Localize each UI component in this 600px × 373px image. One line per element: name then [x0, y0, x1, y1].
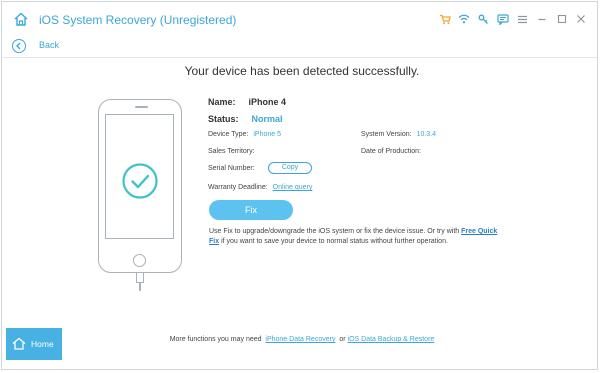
device-status-label: Status:: [208, 114, 239, 124]
device-status-row: Status: Normal: [208, 114, 283, 124]
phone-screen: [105, 114, 174, 239]
device-type-value: iPhone 5: [253, 131, 281, 138]
fix-button[interactable]: Fix: [209, 200, 293, 220]
more-functions-label: More functions you may need: [169, 336, 262, 343]
menu-icon[interactable]: [513, 11, 533, 27]
warranty-label: Warranty Deadline:: [208, 184, 268, 191]
home-icon[interactable]: [13, 11, 29, 27]
cart-icon[interactable]: [435, 11, 455, 27]
window-title: iOS System Recovery (Unregistered): [39, 13, 237, 27]
title-bar: iOS System Recovery (Unregistered): [2, 2, 597, 36]
sales-territory-label: Sales Territory:: [208, 148, 255, 155]
system-version-row: System Version: 10.3.4: [361, 131, 436, 138]
home-button-label: Home: [31, 339, 54, 349]
free-quick-fix-link-2[interactable]: Fix: [209, 238, 219, 245]
back-button[interactable]: Back: [39, 40, 59, 50]
cable-plug: [136, 273, 144, 283]
copy-button[interactable]: Copy: [268, 162, 312, 174]
app-window: iOS System Recovery (Unregistered) Back …: [1, 1, 598, 370]
device-type-label: Device Type:: [208, 131, 249, 138]
maximize-icon[interactable]: [552, 11, 572, 27]
device-name-row: Name: iPhone 4: [208, 97, 286, 107]
system-version-label: System Version:: [361, 131, 412, 138]
or-label: or: [339, 336, 346, 343]
titlebar-icons: [435, 11, 591, 27]
free-quick-fix-link-1[interactable]: Free Quick: [461, 228, 497, 235]
home-button[interactable]: Home: [6, 328, 62, 360]
warranty-row: Warranty Deadline: Online query: [208, 184, 312, 191]
date-of-production-label: Date of Production:: [361, 148, 421, 155]
device-name-label: Name:: [208, 97, 236, 107]
description-text-2: if you want to save your device to norma…: [219, 238, 448, 245]
home-button-icon: [12, 337, 26, 350]
chat-icon[interactable]: [494, 11, 514, 27]
device-name-value: iPhone 4: [248, 97, 287, 107]
page-title: Your device has been detected successful…: [184, 64, 420, 78]
close-icon[interactable]: [572, 11, 592, 27]
key-icon[interactable]: [474, 11, 494, 27]
ios-backup-restore-link[interactable]: iOS Data Backup & Restore: [348, 336, 435, 343]
fix-description: Use Fix to upgrade/downgrade the iOS sys…: [209, 227, 509, 247]
phone-speaker: [135, 106, 148, 108]
device-status-value: Normal: [251, 114, 283, 124]
more-functions-row: More functions you may need iPhone Data …: [2, 336, 597, 343]
device-type-row: Device Type: iPhone 5: [208, 131, 281, 138]
back-row: Back: [2, 36, 597, 54]
online-query-link[interactable]: Online query: [273, 184, 313, 191]
cable-wire: [139, 283, 141, 291]
description-text-1: Use Fix to upgrade/downgrade the iOS sys…: [209, 228, 462, 235]
back-arrow-icon[interactable]: [12, 39, 26, 53]
minimize-icon[interactable]: [533, 11, 553, 27]
phone-illustration: [98, 99, 182, 273]
wifi-icon[interactable]: [455, 11, 475, 27]
check-circle-icon: [122, 163, 158, 199]
divider: [2, 57, 597, 58]
serial-number-label: Serial Number:: [208, 165, 255, 172]
system-version-value: 10.3.4: [416, 131, 437, 138]
phone-home-button: [133, 254, 146, 267]
iphone-data-recovery-link[interactable]: iPhone Data Recovery: [265, 336, 335, 343]
